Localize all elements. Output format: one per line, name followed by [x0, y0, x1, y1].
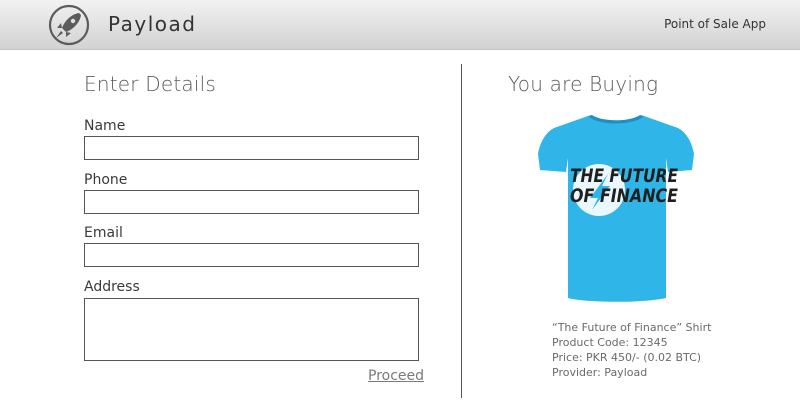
address-label: Address [84, 279, 140, 295]
product-image: THE FUTURE OF FINANCE [536, 110, 696, 306]
rocket-icon[interactable] [48, 4, 90, 46]
shirt-text-line2: OF FINANCE [570, 185, 678, 207]
product-info: “The Future of Finance” Shirt Product Co… [552, 320, 711, 380]
proceed-link[interactable]: Proceed [368, 368, 424, 384]
form-title: Enter Details [84, 72, 216, 96]
address-field[interactable] [84, 298, 419, 361]
product-provider: Provider: Payload [552, 366, 648, 379]
app-label: Point of Sale App [664, 17, 766, 31]
details-form: Enter Details Name Phone Email Address P… [84, 50, 424, 406]
name-label: Name [84, 118, 126, 134]
product-name: “The Future of Finance” Shirt [552, 321, 712, 334]
shirt-text-line1: THE FUTURE [570, 165, 678, 187]
brand-name: Payload [108, 12, 197, 36]
column-divider [461, 64, 462, 398]
purchase-title: You are Buying [508, 72, 659, 96]
phone-label: Phone [84, 172, 128, 188]
name-field[interactable] [84, 136, 419, 160]
email-label: Email [84, 225, 123, 241]
product-price: Price: PKR 450/- (0.02 BTC) [552, 351, 702, 364]
purchase-panel: You are Buying THE FUTURE OF FINANCE “Th… [508, 50, 800, 406]
phone-field[interactable] [84, 190, 419, 214]
email-field[interactable] [84, 243, 419, 267]
product-code: Product Code: 12345 [552, 336, 668, 349]
app-header: Payload Point of Sale App [0, 0, 800, 50]
